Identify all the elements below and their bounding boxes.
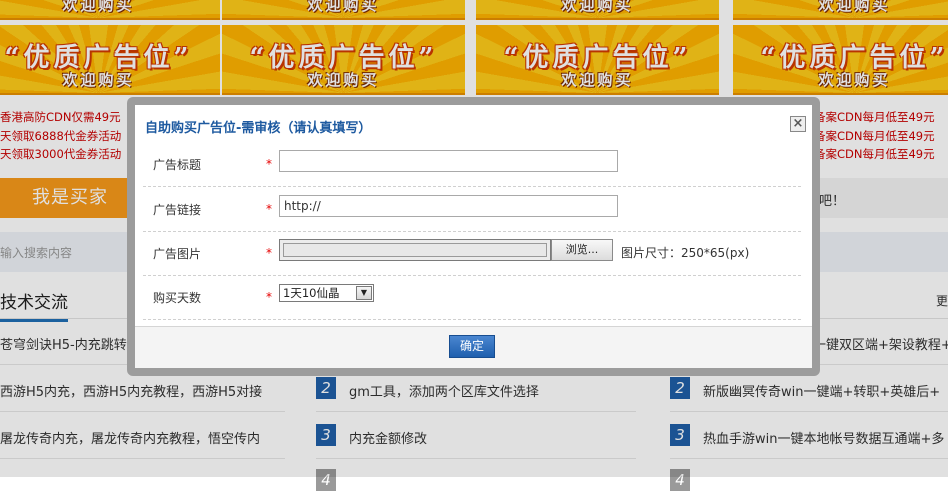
required-mark: *	[266, 157, 272, 171]
browse-button[interactable]: 浏览...	[551, 239, 613, 261]
file-path-field	[283, 243, 547, 257]
required-mark: *	[266, 290, 272, 304]
ad-purchase-dialog: 自助购买广告位-需审核（请认真填写） × 广告标题 * 广告链接 * 广告图片 …	[127, 97, 820, 376]
ad-image-file-input[interactable]	[279, 239, 551, 261]
dialog-body: 自助购买广告位-需审核（请认真填写） × 广告标题 * 广告链接 * 广告图片 …	[135, 105, 812, 368]
form-row-days: 购买天数 * 1天10仙晶 ▼	[143, 275, 801, 320]
image-size-hint: 图片尺寸：250*65(px)	[621, 246, 750, 260]
dialog-title: 自助购买广告位-需审核（请认真填写）	[145, 121, 372, 136]
required-mark: *	[266, 246, 272, 260]
days-select[interactable]: 1天10仙晶 ▼	[279, 284, 374, 302]
chevron-down-icon[interactable]: ▼	[356, 286, 372, 300]
form-row-link: 广告链接 *	[143, 187, 801, 232]
close-icon[interactable]: ×	[790, 116, 806, 132]
form-row-title: 广告标题 *	[143, 142, 801, 187]
field-label: 广告图片	[153, 247, 202, 261]
ad-title-input[interactable]	[279, 150, 618, 172]
days-selected-value: 1天10仙晶	[283, 286, 340, 300]
field-label: 广告链接	[153, 203, 202, 217]
field-label: 购买天数	[153, 291, 202, 305]
ad-link-input[interactable]	[279, 195, 618, 217]
form-row-image: 广告图片 * 浏览... 图片尺寸：250*65(px)	[143, 231, 801, 276]
confirm-button[interactable]: 确定	[449, 335, 495, 358]
field-label: 广告标题	[153, 158, 202, 172]
required-mark: *	[266, 202, 272, 216]
